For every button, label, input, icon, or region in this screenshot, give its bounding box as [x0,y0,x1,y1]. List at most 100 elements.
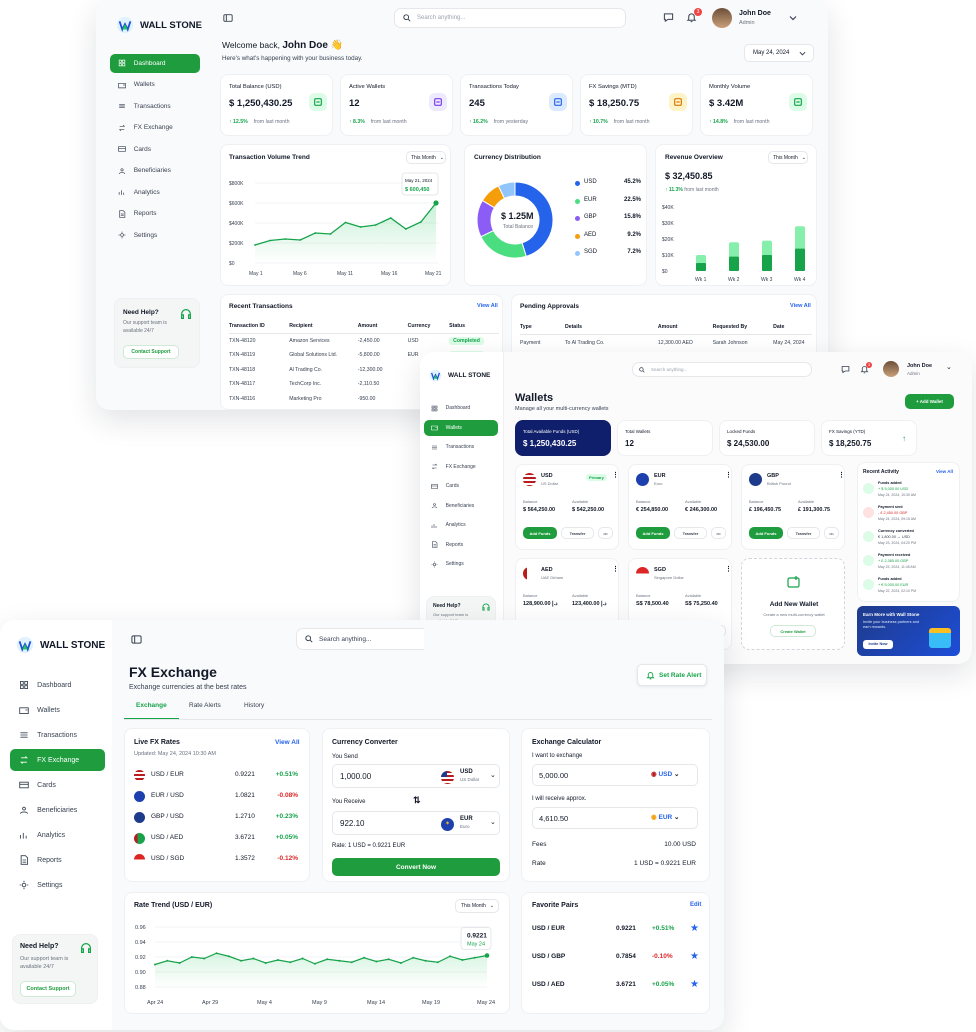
chevron-down-icon[interactable]: ⌄ [946,363,952,371]
sidebar-toggle-icon[interactable] [131,634,142,645]
promo-button[interactable]: Invite Now [863,640,893,649]
star-icon[interactable]: ★ [690,951,699,962]
sidebar-item-cards[interactable]: Cards [10,774,105,796]
new-wallet-card[interactable]: Add New Wallet Create a new multi-curren… [741,558,845,650]
rate-row[interactable]: USD / SGD 1.3572 -0.12% [134,853,302,867]
transfer-button[interactable]: Transfer [674,527,707,539]
more-button[interactable]: ••• [711,527,726,539]
calc-recv-field[interactable]: 4,610.50 ◉ EUR ⌄ [532,807,698,829]
add-funds-button[interactable]: Add Funds [523,527,557,539]
tab-rate-alerts[interactable]: Rate Alerts [177,702,233,720]
calc-recv-currency[interactable]: ◉ EUR ⌄ [651,813,679,821]
avatar[interactable] [712,8,732,28]
chat-icon[interactable] [841,365,850,374]
swap-icon[interactable]: ⇅ [413,795,421,806]
sidebar-item-dashboard[interactable]: Dashboard [10,674,105,696]
sidebar-item-transactions[interactable]: Transactions [424,439,498,455]
table-row[interactable]: TXN-48120 Amazon Services -2,450.00 USD Comp… [229,334,499,349]
recent-view-all[interactable]: View All [477,303,498,309]
sidebar-item-cards[interactable]: Cards [424,478,498,494]
add-funds-button[interactable]: Add Funds [749,527,783,539]
sidebar-item-fx-exchange[interactable]: FX Exchange [10,749,105,771]
chevron-down-icon[interactable] [789,14,797,22]
sidebar-item-cards[interactable]: Cards [110,140,200,159]
favorite-row[interactable]: USD / EUR 0.9221 +0.51% ★ [532,923,704,937]
send-currency-select[interactable]: USD US Dollar ⌄ [441,769,501,785]
sidebar-item-dashboard[interactable]: Dashboard [424,400,498,416]
sidebar-item-fx-exchange[interactable]: FX Exchange [110,119,200,138]
activity-item[interactable]: Payment sent - £ 2,450.00 GBP May 24, 2024… [863,505,957,527]
more-icon[interactable]: ⋮ [725,471,732,479]
search-input[interactable]: Search anything... [296,628,424,650]
rate-row[interactable]: EUR / USD 1.0821 -0.08% [134,790,302,804]
volume-filter[interactable]: This Month ⌄ [406,151,446,164]
revenue-filter[interactable]: This Month ⌄ [768,151,808,164]
approvals-view-all[interactable]: View All [790,303,811,309]
wallet-card-eur[interactable]: EUR Euro ⋮ Balance Available € 254,850.00 € 24… [628,464,732,550]
sidebar-item-analytics[interactable]: Analytics [10,824,105,846]
avatar[interactable] [883,361,899,377]
rate-row[interactable]: USD / AED 3.6721 +0.05% [134,832,302,846]
add-funds-button[interactable]: Add Funds [636,527,670,539]
sidebar-item-fx-exchange[interactable]: FX Exchange [424,459,498,475]
star-icon[interactable]: ★ [690,923,699,934]
sidebar-item-beneficiaries[interactable]: Beneficiaries [10,799,105,821]
wallet-card-usd[interactable]: USD US Dollar Primary ⋮ Balance Available $ 56… [515,464,619,550]
more-icon[interactable]: ⋮ [838,471,845,479]
table-row[interactable]: Payment To Al Trading Co. 12,300.00 AED Sar… [520,335,812,351]
search-input[interactable]: Search anything... [394,8,626,28]
contact-support-button[interactable]: Contact Support [20,981,76,997]
sidebar-item-settings[interactable]: Settings [424,556,498,572]
more-button[interactable]: ••• [598,527,613,539]
sidebar-item-analytics[interactable]: Analytics [110,183,200,202]
chat-icon[interactable] [663,12,674,23]
sidebar-item-settings[interactable]: Settings [10,874,105,896]
receive-currency-select[interactable]: ✶ EUR Euro ⌄ [441,816,501,832]
sidebar-item-settings[interactable]: Settings [110,226,200,245]
sidebar-item-reports[interactable]: Reports [110,205,200,224]
sidebar-item-transactions[interactable]: Transactions [110,97,200,116]
calc-want-field[interactable]: 5,000.00 ◉ USD ⌄ [532,764,698,786]
favorite-row[interactable]: USD / AED 3.6721 +0.05% ★ [532,979,704,993]
wallet-card-gbp[interactable]: GBP British Pound ⋮ Balance Available £ 196,4… [741,464,845,550]
convert-now-button[interactable]: Convert Now [332,858,500,876]
sidebar-item-transactions[interactable]: Transactions [10,724,105,746]
date-picker[interactable]: May 24, 2024 [744,44,814,62]
sidebar-item-wallets[interactable]: Wallets [10,699,105,721]
calc-want-currency[interactable]: ◉ USD ⌄ [651,770,679,778]
sidebar-item-reports[interactable]: Reports [424,537,498,553]
add-wallet-button[interactable]: + Add Wallet [905,394,954,409]
brand-logo[interactable]: WALL STONE [16,636,105,654]
brand-logo[interactable]: WALL STONE [429,369,490,382]
favorites-edit[interactable]: Edit [690,902,701,908]
sidebar-item-dashboard[interactable]: Dashboard [110,54,200,73]
activity-item[interactable]: Currency converted € 1,800.00 → USD May 23… [863,529,957,551]
set-rate-alert-button[interactable]: Set Rate Alert [637,664,707,686]
more-icon[interactable]: ⋮ [725,565,732,573]
rate-row[interactable]: GBP / USD 1.2710 +0.23% [134,811,302,825]
rate-row[interactable]: USD / EUR 0.9221 +0.51% [134,769,302,783]
sidebar-item-beneficiaries[interactable]: Beneficiaries [110,162,200,181]
search-input[interactable]: Search anything... [632,362,812,377]
contact-support-button[interactable]: Contact Support [123,345,179,359]
tab-history[interactable]: History [232,702,276,720]
sidebar-item-analytics[interactable]: Analytics [424,517,498,533]
favorite-row[interactable]: USD / GBP 0.7854 -0.10% ★ [532,951,704,965]
more-icon[interactable]: ⋮ [612,565,619,573]
tab-exchange[interactable]: Exchange [124,702,179,720]
sidebar-item-beneficiaries[interactable]: Beneficiaries [424,498,498,514]
activity-item[interactable]: Funds added + $ 5,000.00 USD May 24, 2024,… [863,481,957,503]
activity-item[interactable]: Funds added + € 5,000.00 EUR May 22, 2024,… [863,577,957,599]
trend-filter[interactable]: This Month ⌄ [455,899,499,913]
activity-item[interactable]: Payment received + £ 2,365.00 GBP May 23, … [863,553,957,575]
sidebar-item-reports[interactable]: Reports [10,849,105,871]
transfer-button[interactable]: Transfer [787,527,820,539]
sidebar-item-wallets[interactable]: Wallets [424,419,498,436]
sidebar-item-wallets[interactable]: Wallets [110,76,200,95]
create-wallet-button[interactable]: Create Wallet [770,625,816,637]
star-icon[interactable]: ★ [690,979,699,990]
brand-logo[interactable]: WALL STONE [116,16,202,34]
more-button[interactable]: ••• [824,527,839,539]
activity-view-all[interactable]: View All [936,469,953,474]
more-icon[interactable]: ⋮ [612,471,619,479]
